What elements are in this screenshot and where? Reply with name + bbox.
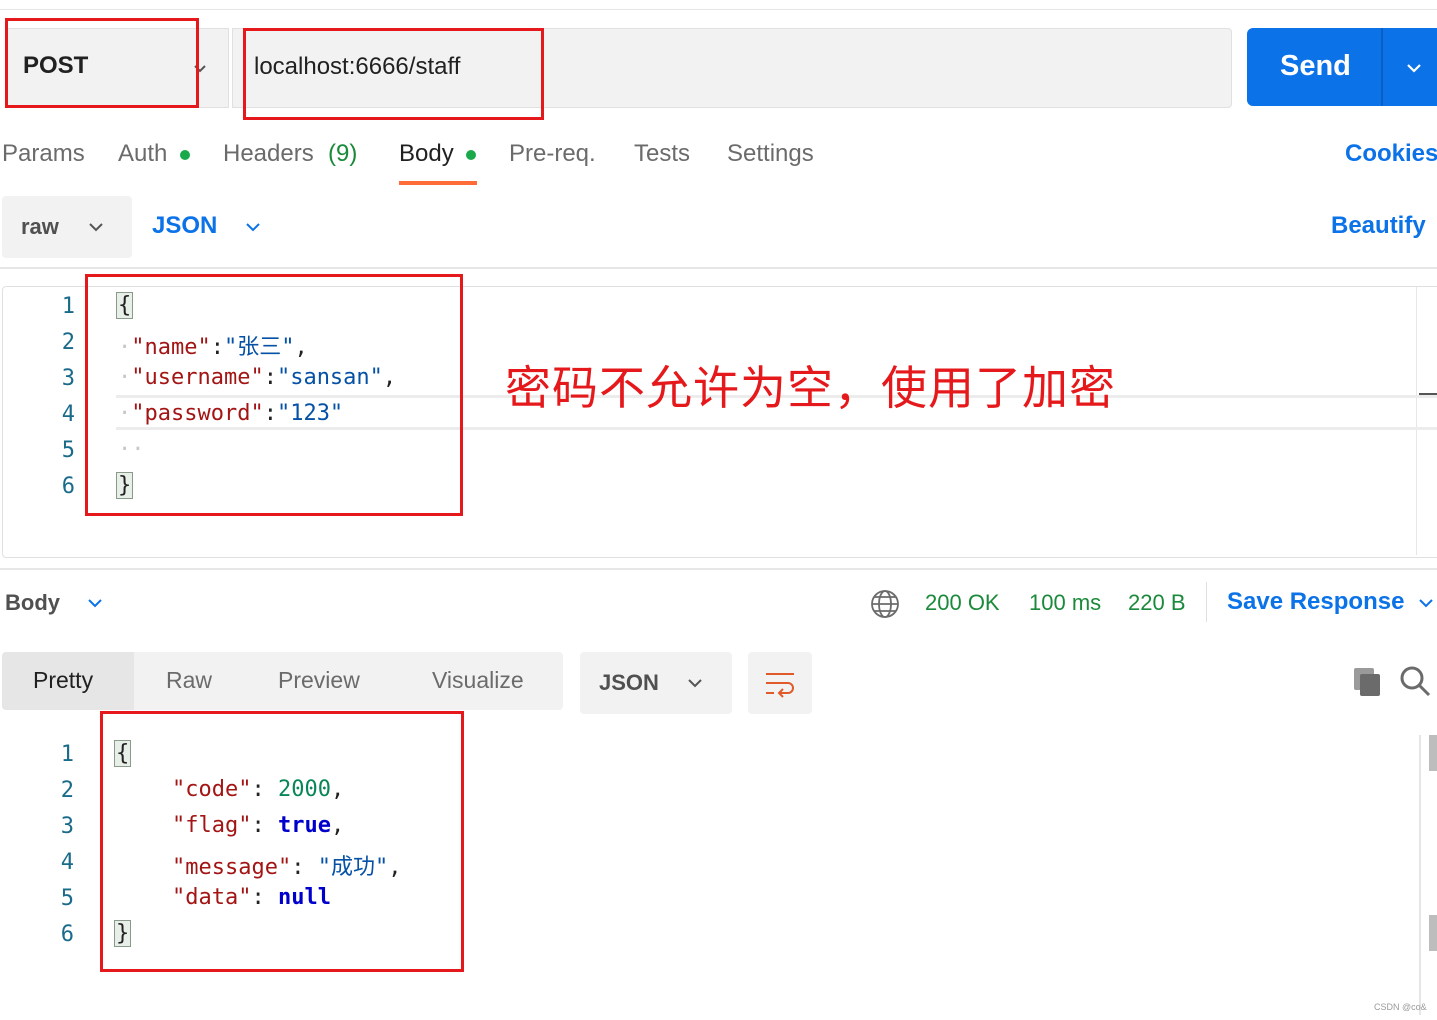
tab-auth[interactable]: Auth (118, 140, 167, 168)
chevron-down-icon[interactable] (685, 673, 705, 693)
response-body-label[interactable]: Body (5, 590, 60, 616)
watermark: CSDN @co& (1374, 1002, 1427, 1012)
line-number: 2 (61, 330, 75, 355)
tab-settings[interactable]: Settings (727, 140, 814, 168)
divider (1206, 582, 1207, 622)
send-divider (1381, 28, 1383, 106)
search-icon[interactable] (1398, 664, 1432, 698)
tab-raw[interactable]: Raw (166, 667, 212, 694)
tab-tests[interactable]: Tests (634, 140, 690, 168)
line-number: 3 (60, 814, 74, 839)
chevron-down-icon[interactable] (1416, 593, 1436, 613)
highlight-url (243, 28, 544, 120)
body-mode-label: raw (21, 214, 59, 239)
line-number: 6 (60, 922, 74, 947)
tab-params[interactable]: Params (2, 140, 85, 168)
response-time[interactable]: 100 ms (1029, 590, 1101, 616)
top-divider (0, 9, 1437, 10)
tab-pretty[interactable]: Pretty (33, 667, 93, 694)
line-number: 2 (60, 778, 74, 803)
response-format-label: JSON (599, 670, 659, 695)
send-label[interactable]: Send (1280, 50, 1351, 83)
body-format-select[interactable]: JSON (152, 212, 217, 240)
highlight-request-body (85, 274, 463, 516)
line-number: 3 (61, 366, 75, 391)
line-number: 4 (61, 402, 75, 427)
auth-status-dot (180, 150, 190, 160)
editor-scrollbar[interactable] (1416, 287, 1417, 555)
tab-body[interactable]: Body (399, 140, 454, 168)
wrap-lines-icon (766, 673, 794, 698)
body-status-dot (466, 150, 476, 160)
chevron-down-icon[interactable] (1403, 57, 1425, 79)
status-code[interactable]: 200 OK (925, 590, 1000, 616)
scrollbar-thumb[interactable] (1429, 915, 1437, 951)
tab-prereq[interactable]: Pre-req. (509, 140, 596, 168)
tab-visualize[interactable]: Visualize (432, 667, 524, 694)
active-tab-indicator (399, 181, 477, 185)
copy-icon[interactable] (1350, 664, 1384, 698)
highlight-method (5, 18, 199, 108)
line-number: 6 (61, 474, 75, 499)
chevron-down-icon[interactable] (86, 217, 106, 237)
annotation-text: 密码不允许为空，使用了加密 (505, 361, 1116, 415)
highlight-response-body (100, 711, 464, 972)
tab-headers[interactable]: Headers (223, 140, 314, 168)
response-size[interactable]: 220 B (1128, 590, 1186, 616)
chevron-down-icon[interactable] (243, 217, 263, 237)
scrollbar-thumb[interactable] (1429, 735, 1437, 771)
globe-icon[interactable] (869, 588, 901, 620)
divider (0, 568, 1437, 570)
line-number: 5 (61, 438, 75, 463)
tab-preview[interactable]: Preview (278, 667, 360, 694)
divider (0, 267, 1437, 269)
line-number: 1 (61, 294, 75, 319)
chevron-down-icon[interactable] (85, 593, 105, 613)
cookies-link[interactable]: Cookies (1345, 140, 1437, 168)
line-number: 4 (60, 850, 74, 875)
beautify-button[interactable]: Beautify (1331, 212, 1426, 240)
response-scrollbar-track[interactable] (1419, 735, 1421, 1015)
line-number: 1 (60, 742, 74, 767)
save-response-button[interactable]: Save Response (1227, 588, 1404, 616)
headers-count: (9) (328, 140, 358, 167)
line-number: 5 (60, 886, 74, 911)
